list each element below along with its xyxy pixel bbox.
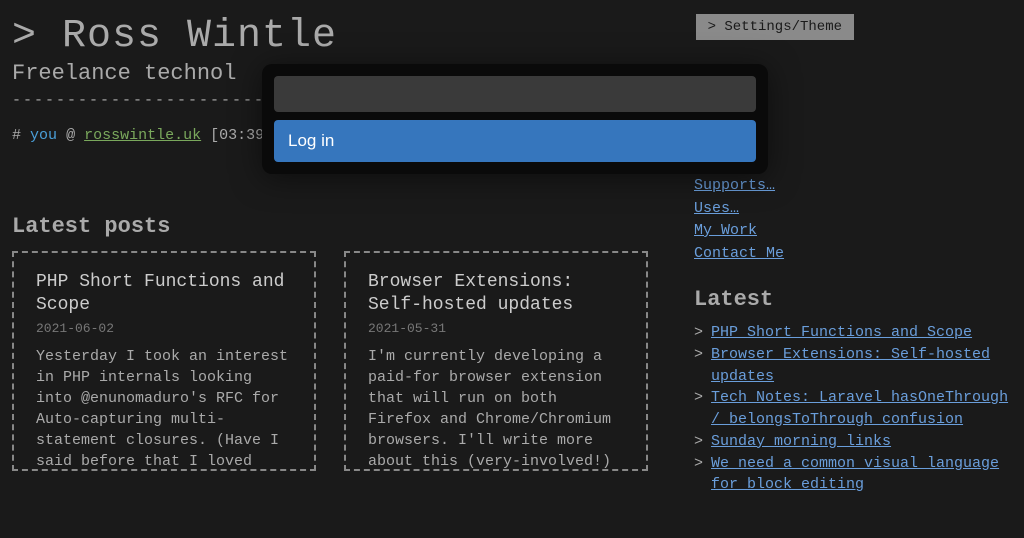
chevron-right-icon: > (694, 431, 703, 453)
nav-link-uses[interactable]: Uses… (694, 200, 739, 217)
post-card[interactable]: PHP Short Functions and Scope 2021-06-02… (12, 251, 316, 471)
list-item: > PHP Short Functions and Scope (694, 322, 1010, 344)
latest-link[interactable]: Tech Notes: Laravel hasOneThrough / belo… (711, 387, 1010, 431)
nav-link-my-work[interactable]: My Work (694, 222, 757, 239)
latest-list: > PHP Short Functions and Scope > Browser … (694, 322, 1010, 496)
chevron-right-icon: > (694, 344, 703, 366)
post-date: 2021-05-31 (368, 321, 624, 336)
list-item: > Tech Notes: Laravel hasOneThrough / bel… (694, 387, 1010, 431)
latest-link[interactable]: PHP Short Functions and Scope (711, 322, 972, 344)
chevron-right-icon: > (694, 387, 703, 409)
post-date: 2021-06-02 (36, 321, 292, 336)
nav-link-supports[interactable]: Supports… (694, 177, 775, 194)
prompt-hash: # (12, 127, 21, 144)
post-title: PHP Short Functions and Scope (36, 271, 292, 318)
list-item: > Sunday morning links (694, 431, 1010, 453)
login-modal: Log in (262, 64, 768, 174)
chevron-right-icon: > (694, 453, 703, 475)
list-item: > We need a common visual language for bl… (694, 453, 1010, 497)
latest-link[interactable]: Browser Extensions: Self-hosted updates (711, 344, 1010, 388)
post-excerpt: I'm currently developing a paid-for brow… (368, 346, 624, 471)
prompt-at: @ (66, 127, 75, 144)
list-item: > Browser Extensions: Self-hosted updates (694, 344, 1010, 388)
prompt-host-link[interactable]: rosswintle.uk (84, 127, 201, 144)
latest-link[interactable]: We need a common visual language for blo… (711, 453, 1010, 497)
site-title: > Ross Wintle (12, 14, 648, 59)
login-input[interactable] (274, 76, 756, 112)
nav-link-contact[interactable]: Contact Me (694, 245, 784, 262)
prompt-user: you (30, 127, 57, 144)
post-title: Browser Extensions: Self-hosted updates (368, 271, 624, 318)
posts-row: PHP Short Functions and Scope 2021-06-02… (12, 251, 648, 471)
latest-posts-heading: Latest posts (12, 214, 648, 239)
login-button[interactable]: Log in (274, 120, 756, 162)
chevron-right-icon: > (694, 322, 703, 344)
latest-link[interactable]: Sunday morning links (711, 431, 891, 453)
post-excerpt: Yesterday I took an interest in PHP inte… (36, 346, 292, 471)
sidebar-latest-heading: Latest (694, 287, 1010, 312)
post-card[interactable]: Browser Extensions: Self-hosted updates … (344, 251, 648, 471)
settings-theme-button[interactable]: > Settings/Theme (696, 14, 854, 40)
